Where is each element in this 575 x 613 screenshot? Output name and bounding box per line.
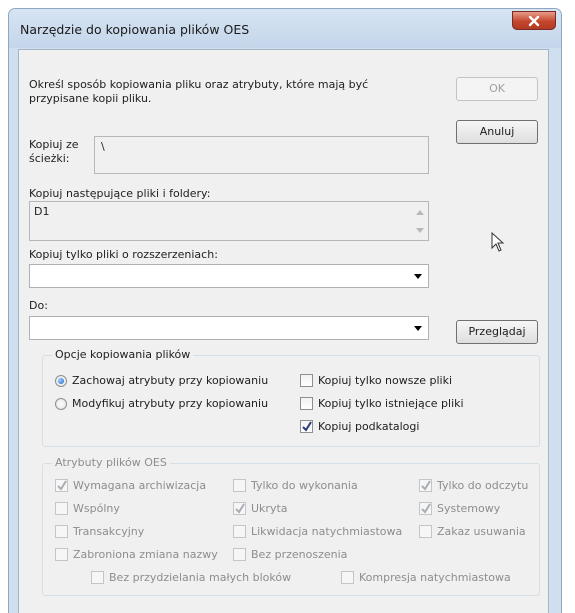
system-label[interactable]: Systemowy xyxy=(437,502,500,515)
immediate-compress-checkbox[interactable] xyxy=(341,571,354,584)
mouse-cursor-icon xyxy=(491,232,505,252)
transactional-label[interactable]: Transakcyjny xyxy=(73,525,144,538)
shared-label[interactable]: Wspólny xyxy=(73,502,120,515)
files-label: Kopiuj następujące pliki i foldery: xyxy=(29,187,211,200)
read-only-label[interactable]: Tylko do odczytu xyxy=(437,479,528,492)
transactional-checkbox[interactable] xyxy=(55,525,68,538)
dialog-window: Narzędzie do kopiowania plików OES Okreś… xyxy=(8,8,562,613)
system-checkbox[interactable] xyxy=(419,502,432,515)
files-value: D1 xyxy=(34,205,50,218)
preserve-attributes-label[interactable]: Zachowaj atrybuty przy kopiowaniu xyxy=(72,374,268,387)
close-icon xyxy=(528,15,540,26)
rename-inhibit-label[interactable]: Zabroniona zmiana nazwy xyxy=(73,548,218,561)
immediate-compress-label[interactable]: Kompresja natychmiastowa xyxy=(359,571,511,584)
no-suballocation-checkbox[interactable] xyxy=(91,571,104,584)
destination-label: Do: xyxy=(29,299,48,312)
window-title: Narzędzie do kopiowania plików OES xyxy=(20,22,250,37)
purge-immediate-label[interactable]: Likwidacja natychmiastowa xyxy=(251,525,402,538)
execute-only-label[interactable]: Tylko do wykonania xyxy=(251,479,358,492)
chevron-down-icon[interactable] xyxy=(414,274,422,279)
ok-button[interactable]: OK xyxy=(456,77,538,101)
files-scrollbar[interactable] xyxy=(412,202,428,240)
dont-migrate-checkbox[interactable] xyxy=(233,548,246,561)
delete-inhibit-label[interactable]: Zakaz usuwania xyxy=(437,525,526,538)
delete-inhibit-checkbox[interactable] xyxy=(419,525,432,538)
extensions-label: Kopiuj tylko pliki o rozszerzeniach: xyxy=(29,248,218,261)
execute-only-checkbox[interactable] xyxy=(233,479,246,492)
newer-only-label[interactable]: Kopiuj tylko nowsze pliki xyxy=(318,374,452,387)
subdirectories-label[interactable]: Kopiuj podkatalogi xyxy=(318,420,419,433)
archive-required-label[interactable]: Wymagana archiwizacja xyxy=(73,479,206,492)
existing-only-checkbox[interactable] xyxy=(300,397,313,410)
hidden-label[interactable]: Ukryta xyxy=(251,502,288,515)
hidden-checkbox[interactable] xyxy=(233,502,246,515)
description-text: Określ sposób kopiowania pliku oraz atry… xyxy=(29,78,369,105)
source-path-field: \ xyxy=(94,136,429,174)
newer-only-checkbox[interactable] xyxy=(300,374,313,387)
copy-options-title: Opcje kopiowania plików xyxy=(52,348,194,361)
source-label: Kopiuj ze ścieżki: xyxy=(29,138,79,165)
attributes-title: Atrybuty plików OES xyxy=(52,456,170,469)
cancel-button[interactable]: Anuluj xyxy=(456,120,538,144)
archive-required-checkbox[interactable] xyxy=(55,479,68,492)
no-suballocation-label[interactable]: Bez przydzielania małych bloków xyxy=(109,571,291,584)
browse-button[interactable]: Przeglądaj xyxy=(456,320,538,344)
dont-migrate-label[interactable]: Bez przenoszenia xyxy=(251,548,347,561)
preserve-attributes-radio[interactable] xyxy=(55,375,67,387)
purge-immediate-checkbox[interactable] xyxy=(233,525,246,538)
shared-checkbox[interactable] xyxy=(55,502,68,515)
checkmark-icon xyxy=(57,480,67,491)
existing-only-label[interactable]: Kopiuj tylko istniejące pliki xyxy=(318,397,464,410)
dialog-body: Określ sposób kopiowania pliku oraz atry… xyxy=(18,49,549,613)
destination-combobox[interactable] xyxy=(29,316,429,340)
read-only-checkbox[interactable] xyxy=(419,479,432,492)
scroll-down-icon xyxy=(416,228,424,233)
scroll-up-icon xyxy=(416,210,424,215)
files-list[interactable]: D1 xyxy=(29,201,429,241)
checkmark-icon xyxy=(302,421,312,432)
rename-inhibit-checkbox[interactable] xyxy=(55,548,68,561)
checkmark-icon xyxy=(421,480,431,491)
source-path-value: \ xyxy=(101,140,105,153)
subdirectories-checkbox[interactable] xyxy=(300,420,313,433)
modify-attributes-radio[interactable] xyxy=(55,398,67,410)
checkmark-icon xyxy=(421,503,431,514)
modify-attributes-label[interactable]: Modyfikuj atrybuty przy kopiowaniu xyxy=(72,397,268,410)
close-button[interactable] xyxy=(512,11,556,30)
title-bar[interactable]: Narzędzie do kopiowania plików OES xyxy=(9,9,561,48)
extensions-label-text: Kopiuj tylko pliki o rozszerzeniach: xyxy=(29,248,218,261)
chevron-down-icon[interactable] xyxy=(414,326,422,331)
checkmark-icon xyxy=(235,503,245,514)
extensions-combobox[interactable] xyxy=(29,264,429,288)
